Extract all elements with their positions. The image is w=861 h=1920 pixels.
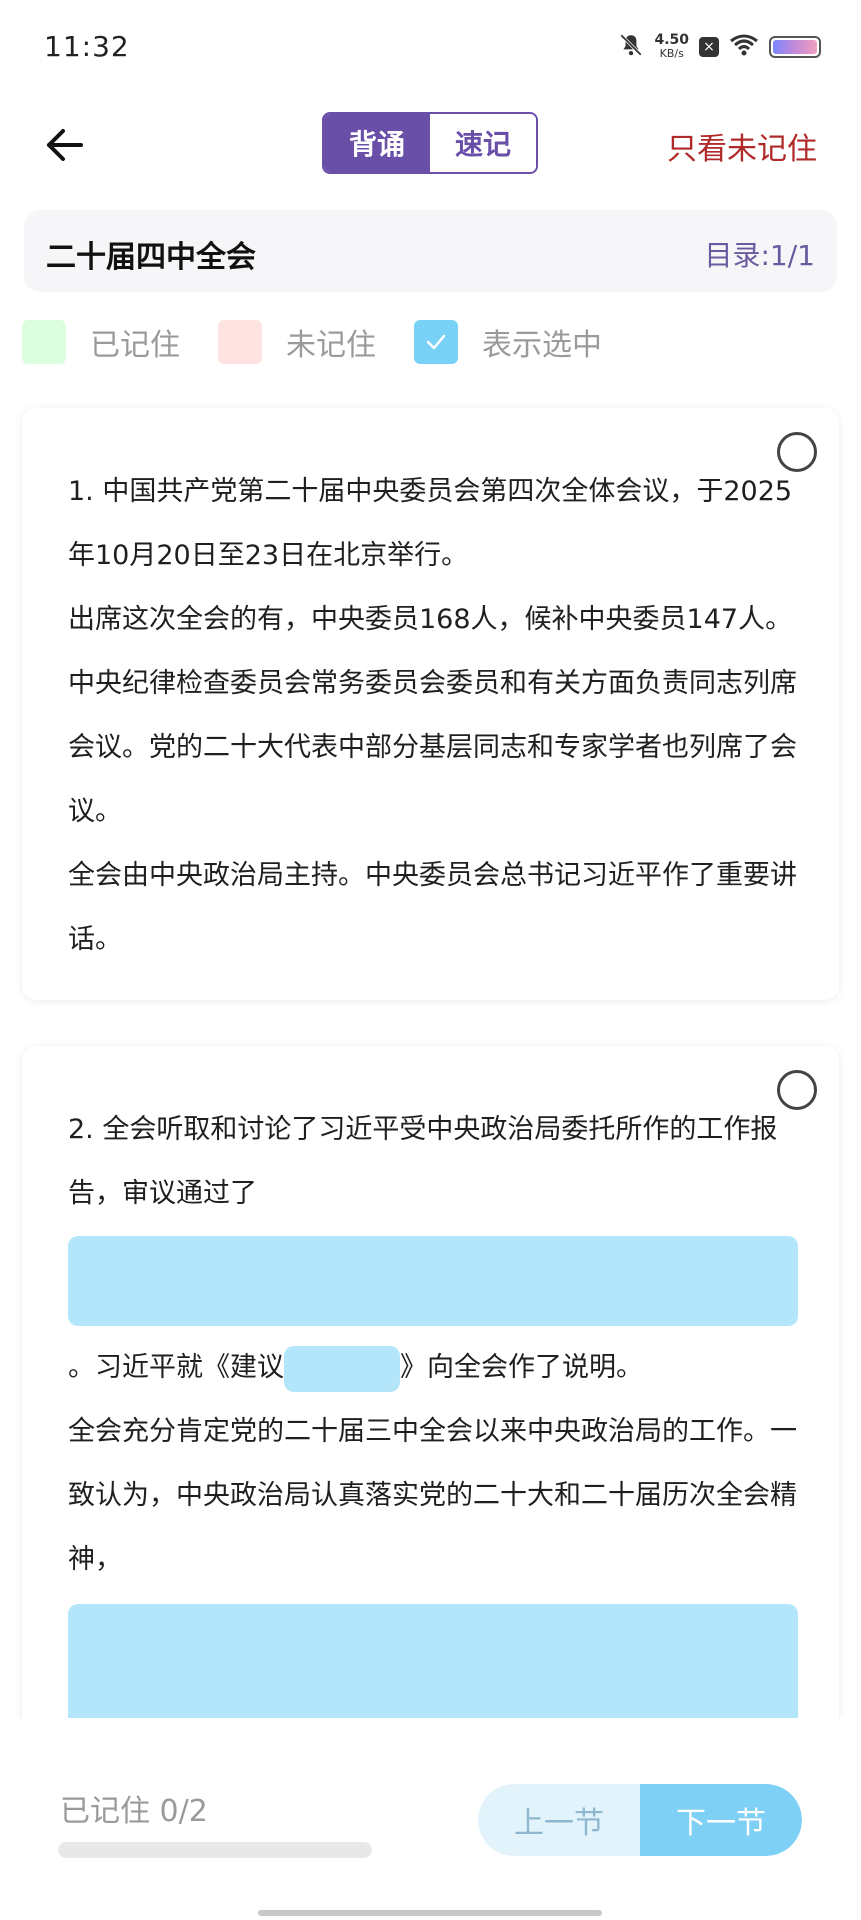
card-text-fragment: 。习近平就《建议	[68, 1352, 284, 1383]
card-text: 2. 全会听取和讨论了习近平受中央政治局委托所作的工作报告，审议通过了 。习近平…	[68, 1098, 798, 1746]
tab-quick-memo[interactable]: 速记	[430, 114, 536, 172]
cloze-blank-inline[interactable]	[284, 1345, 400, 1392]
card-text-fragment: 》向全会作了说明。	[400, 1352, 643, 1383]
arrow-left-icon	[47, 129, 83, 161]
net-speed-unit: KB/s	[659, 47, 684, 60]
top-nav: 背诵 速记 只看未记住	[0, 100, 861, 190]
prev-section-button[interactable]: 上一节	[478, 1784, 640, 1856]
legend-swatch-selected	[414, 320, 458, 364]
legend-item-memorized: 已记住	[22, 320, 180, 364]
tab-recite[interactable]: 背诵	[324, 114, 430, 172]
legend-swatch-unmemorized	[218, 320, 262, 364]
sim-blocked-icon: ×	[699, 37, 719, 57]
card-paragraph: 。习近平就《建议 》向全会作了说明。	[68, 1336, 798, 1400]
wifi-icon	[729, 33, 759, 61]
bottom-bar: 已记住 0/2 上一节 下一节	[0, 1718, 861, 1920]
status-time: 11:32	[44, 30, 130, 63]
section-title: 二十届四中全会	[46, 240, 256, 275]
bell-muted-icon	[618, 32, 644, 62]
card-paragraph: 出席这次全会的有，中央委员168人，候补中央委员147人。中央纪律检查委员会常务…	[68, 604, 797, 827]
battery-level	[773, 40, 817, 54]
card-paragraph: 1. 中国共产党第二十届中央委员会第四次全体会议，于2025年10月20日至23…	[68, 476, 793, 571]
card-text: 1. 中国共产党第二十届中央委员会第四次全体会议，于2025年10月20日至23…	[68, 460, 798, 972]
legend: 已记住 未记住 表示选中	[22, 318, 640, 366]
battery-icon	[769, 36, 821, 58]
mode-segmented-control: 背诵 速记	[322, 112, 538, 174]
card-paragraph: 2. 全会听取和讨论了习近平受中央政治局委托所作的工作报告，审议通过了	[68, 1114, 778, 1209]
legend-label: 表示选中	[482, 328, 602, 363]
check-icon	[426, 334, 446, 350]
section-nav-buttons: 上一节 下一节	[478, 1784, 802, 1856]
legend-item-selected: 表示选中	[414, 320, 602, 364]
memo-card-1[interactable]: 1. 中国共产党第二十届中央委员会第四次全体会议，于2025年10月20日至23…	[22, 408, 839, 1000]
legend-label: 未记住	[286, 328, 376, 363]
home-indicator[interactable]	[258, 1910, 602, 1916]
memo-card-2[interactable]: 2. 全会听取和讨论了习近平受中央政治局委托所作的工作报告，审议通过了 。习近平…	[22, 1046, 839, 1746]
progress-label: 已记住 0/2	[60, 1794, 208, 1829]
status-icons: 4.50 KB/s ×	[618, 32, 821, 62]
cloze-blank[interactable]	[68, 1236, 798, 1326]
catalog-button[interactable]: 目录:1/1	[705, 234, 816, 274]
legend-label: 已记住	[90, 328, 180, 363]
back-button[interactable]	[40, 120, 90, 170]
net-speed-value: 4.50	[654, 32, 689, 48]
section-header: 二十届四中全会 目录:1/1	[24, 210, 837, 292]
net-speed: 4.50 KB/s	[654, 33, 689, 61]
legend-item-unmemorized: 未记住	[218, 320, 376, 364]
card-paragraph: 全会由中央政治局主持。中央委员会总书记习近平作了重要讲话。	[68, 860, 797, 955]
progress-bar	[58, 1842, 372, 1858]
legend-swatch-memorized	[22, 320, 66, 364]
filter-unmemorized-button[interactable]: 只看未记住	[667, 124, 817, 168]
next-section-button[interactable]: 下一节	[640, 1784, 802, 1856]
card-paragraph: 全会充分肯定党的二十届三中全会以来中央政治局的工作。一致认为，中央政治局认真落实…	[68, 1416, 797, 1575]
status-bar: 11:32 4.50 KB/s ×	[0, 0, 861, 100]
